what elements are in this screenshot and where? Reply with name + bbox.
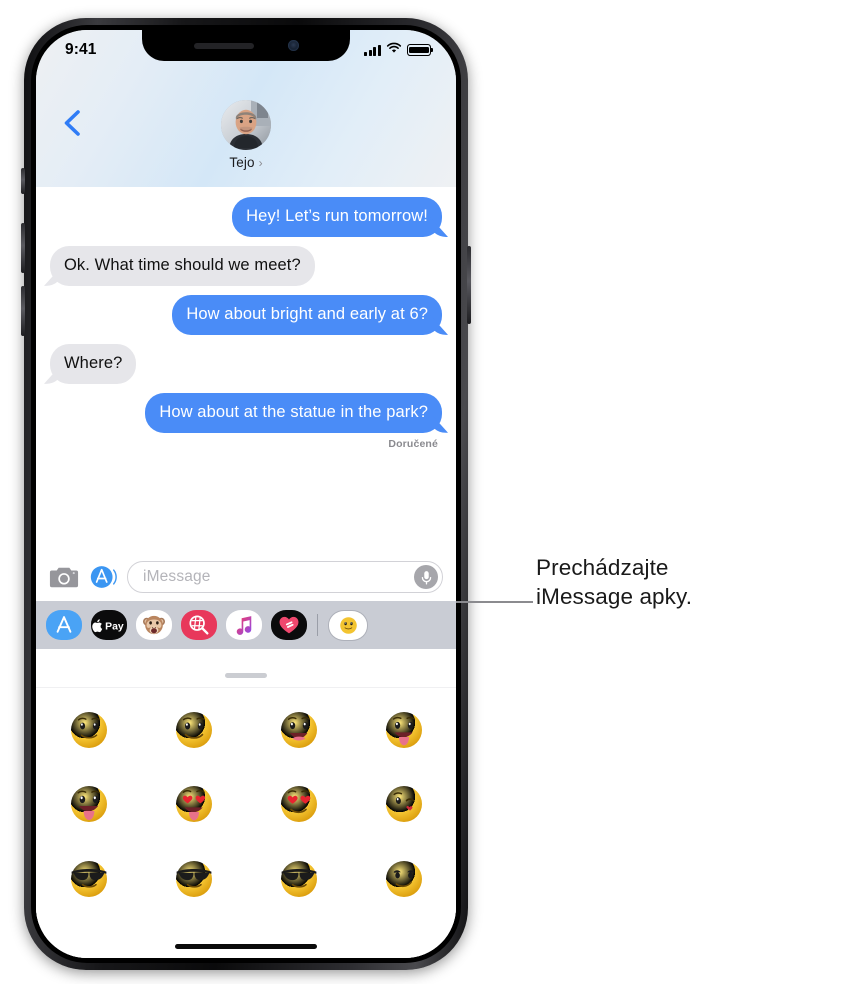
contact-header-button[interactable]: Tejo › — [221, 100, 271, 170]
message-input-placeholder: iMessage — [143, 568, 211, 585]
iphone-device-frame: 9:41 Tejo › Hey! Let’s run tomorrow! Ok.… — [21, 18, 471, 970]
status-bar-clock: 9:41 — [65, 41, 97, 58]
phone-bezel: 9:41 Tejo › Hey! Let’s run tomorrow! Ok.… — [31, 25, 461, 963]
camera-icon[interactable] — [49, 564, 79, 590]
winking-face-blowing-kiss-sticker[interactable] — [379, 779, 429, 829]
app-drawer-item-memoji[interactable] — [136, 610, 172, 640]
grinning-face-open-mouth-sticker[interactable] — [274, 705, 324, 755]
message-row: Where? — [50, 343, 442, 384]
chevron-right-icon: › — [258, 155, 263, 170]
app-drawer-item-apple-pay[interactable]: Pay — [91, 610, 127, 640]
smiling-face-with-sunglasses-sticker-3[interactable] — [274, 854, 324, 904]
message-bubble-outgoing[interactable]: Hey! Let’s run tomorrow! — [232, 197, 442, 237]
front-camera-icon — [287, 40, 299, 51]
volume-down-button[interactable] — [21, 286, 25, 336]
callout-line-2: iMessage apky. — [536, 583, 693, 609]
heart-eyes-with-tongue-sticker[interactable] — [169, 779, 219, 829]
message-bubble-outgoing[interactable]: How about at the statue in the park? — [145, 392, 442, 433]
drag-handle-icon[interactable] — [225, 673, 267, 678]
status-bar-indicators — [364, 41, 434, 59]
sticker-grid — [36, 693, 456, 916]
drawer-divider — [317, 614, 319, 636]
callout-line-1: Prechádzajte — [536, 555, 669, 580]
contact-name: Tejo — [229, 155, 255, 170]
wifi-icon — [386, 41, 402, 59]
power-button[interactable] — [467, 246, 471, 324]
smiling-face-with-heart-eyes-sticker[interactable] — [274, 779, 324, 829]
message-bubble-incoming[interactable]: Ok. What time should we meet? — [50, 245, 315, 286]
message-bubble-outgoing[interactable]: How about bright and early at 6? — [172, 294, 442, 335]
silent-switch[interactable] — [21, 168, 25, 194]
avatar — [221, 100, 271, 150]
message-row: Ok. What time should we meet? — [50, 245, 442, 286]
imessage-app-drawer[interactable]: Pay — [36, 601, 456, 649]
smiling-face-with-sunglasses-sticker-2[interactable] — [169, 854, 219, 904]
screenshot-root: 9:41 Tejo › Hey! Let’s run tomorrow! Ok.… — [0, 0, 841, 984]
slightly-smiling-face-sticker[interactable] — [64, 705, 114, 755]
volume-up-button[interactable] — [21, 223, 25, 273]
home-indicator[interactable] — [175, 943, 317, 949]
app-drawer-item-images[interactable] — [181, 610, 217, 640]
smiling-face-sticker[interactable] — [169, 705, 219, 755]
cellular-bars-icon — [364, 44, 381, 56]
message-bubble-incoming[interactable]: Where? — [50, 343, 137, 384]
keyboard-divider — [36, 687, 456, 688]
message-input-bar[interactable]: iMessage — [36, 553, 456, 601]
face-with-tongue-sticker[interactable] — [379, 705, 429, 755]
smirking-face-sticker[interactable] — [379, 854, 429, 904]
app-drawer-item-apple-music[interactable] — [226, 610, 262, 640]
callout-leader-line — [447, 601, 533, 603]
message-row: How about at the statue in the park? — [50, 392, 442, 433]
callout-text: Prechádzajte iMessage apky. — [536, 554, 826, 612]
back-button[interactable] — [59, 108, 85, 138]
app-drawer-item-digital-touch[interactable] — [271, 610, 307, 640]
app-drawer-item-app-store[interactable] — [46, 610, 82, 640]
contact-name-row: Tejo › — [229, 155, 262, 170]
microphone-icon[interactable] — [414, 565, 438, 589]
battery-full-icon — [407, 44, 434, 56]
message-row: How about bright and early at 6? — [50, 294, 442, 335]
message-row: Hey! Let’s run tomorrow! — [50, 197, 442, 237]
emoji-sticker-keyboard — [36, 667, 456, 958]
svg-text:Pay: Pay — [105, 622, 124, 633]
phone-screen: 9:41 Tejo › Hey! Let’s run tomorrow! Ok.… — [36, 30, 456, 958]
delivery-status: Doručené — [388, 437, 438, 450]
face-with-tongue-open-eyes-sticker[interactable] — [64, 779, 114, 829]
smiling-face-with-sunglasses-sticker[interactable] — [64, 854, 114, 904]
device-notch — [142, 30, 350, 61]
app-drawer-item-emoji-stickers[interactable] — [328, 609, 369, 641]
earpiece-speaker-icon — [193, 42, 254, 49]
app-store-icon[interactable] — [88, 562, 118, 592]
message-input-field[interactable]: iMessage — [127, 561, 443, 593]
